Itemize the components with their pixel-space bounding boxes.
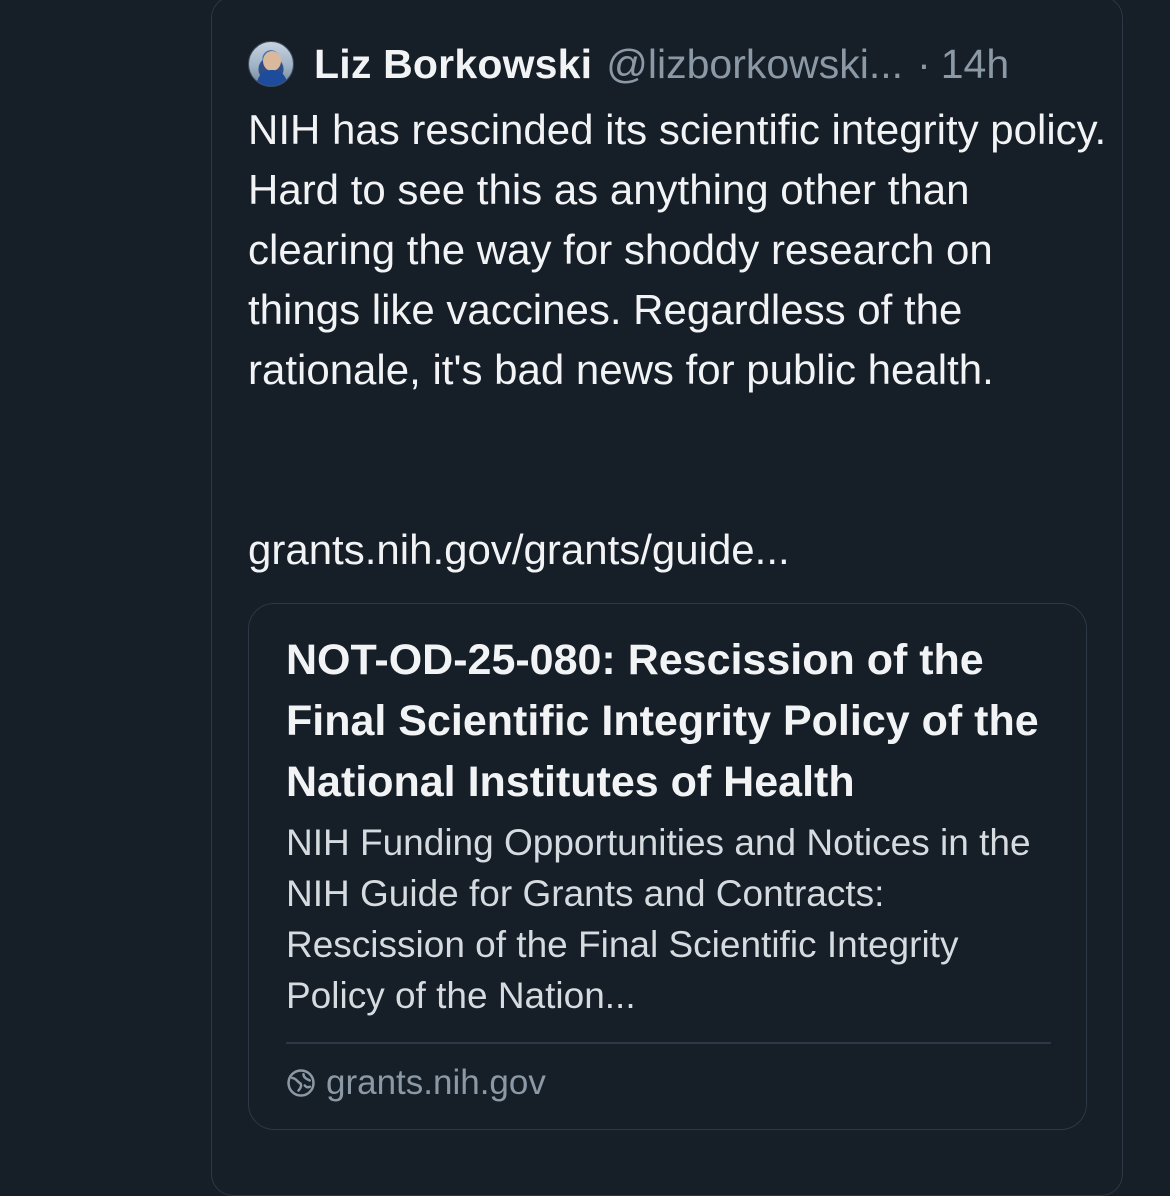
post-header: Liz Borkowski @lizborkowski... · 14h: [248, 38, 1009, 90]
link-card-description: NIH Funding Opportunities and Notices in…: [286, 822, 1031, 1016]
link-card-domain: grants.nih.gov: [326, 1063, 546, 1102]
link-card-title: NOT-OD-25-080: Rescission of the Final S…: [286, 636, 1039, 806]
author-handle[interactable]: @lizborkowski...: [606, 41, 903, 88]
author-name[interactable]: Liz Borkowski: [314, 41, 592, 88]
post-timestamp[interactable]: 14h: [941, 41, 1009, 88]
post-link[interactable]: grants.nih.gov/grants/guide...: [248, 520, 790, 580]
post-body-text: NIH has rescinded its scientific integri…: [248, 106, 1118, 393]
link-card-divider: [286, 1042, 1051, 1044]
author-avatar[interactable]: [248, 41, 294, 87]
link-card-domain-row: grants.nih.gov: [286, 1061, 546, 1105]
link-preview-card[interactable]: NOT-OD-25-080: Rescission of the Final S…: [248, 603, 1087, 1130]
separator-dot: ·: [917, 40, 931, 87]
globe-icon: [287, 1069, 315, 1097]
